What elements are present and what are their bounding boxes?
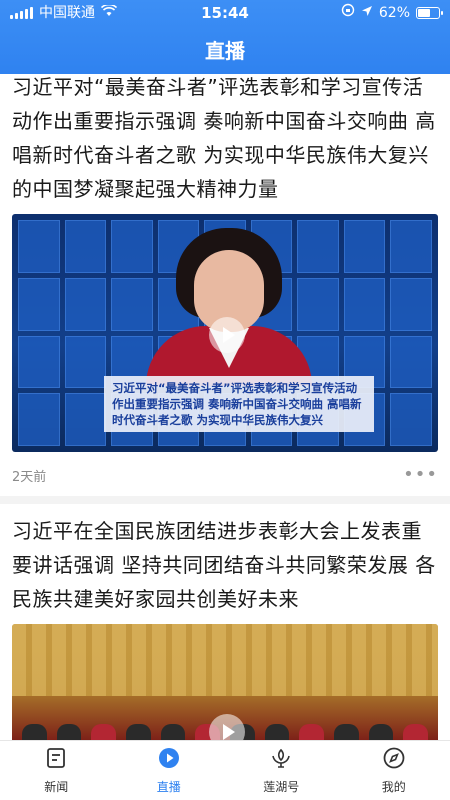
location-icon [361, 0, 373, 26]
news-feed[interactable]: 习近平对“最美奋斗者”评选表彰和学习宣传活动作出重要指示强调 奏响新中国奋斗交响… [0, 74, 450, 740]
tab-mine[interactable]: 我的 [338, 741, 450, 800]
tab-label: 新闻 [44, 780, 69, 794]
feed-card[interactable]: 习近平在全国民族团结进步表彰大会上发表重要讲话强调 坚持共同团结奋斗共同繁荣发展… [0, 514, 450, 740]
video-thumbnail[interactable] [12, 624, 438, 740]
rotation-lock-icon [341, 0, 355, 26]
tab-live[interactable]: 直播 [113, 741, 226, 800]
status-right: 62% [341, 0, 443, 26]
divider [0, 496, 450, 504]
tab-label: 我的 [381, 780, 406, 794]
more-options-icon[interactable]: ••• [403, 464, 438, 485]
battery-icon [416, 7, 443, 19]
tab-label: 直播 [156, 780, 181, 794]
status-bar: 中国联通 15:44 62% [0, 0, 450, 26]
tab-lianhu[interactable]: 莲湖号 [225, 741, 338, 800]
news-icon [44, 746, 68, 774]
battery-percent: 62% [378, 5, 410, 21]
bottom-tab-bar: 新闻 直播 莲湖号 我的 [0, 740, 450, 800]
lotus-icon [269, 746, 293, 774]
news-anchor-figure [146, 228, 312, 386]
tab-label: 莲湖号 [263, 780, 300, 794]
card-title[interactable]: 习近平对“最美奋斗者”评选表彰和学习宣传活动作出重要指示强调 奏响新中国奋斗交响… [12, 74, 438, 206]
video-caption: 习近平对“最美奋斗者”评选表彰和学习宣传活动作出重要指示强调 奏响新中国奋斗交响… [104, 376, 374, 432]
play-icon[interactable] [209, 317, 245, 353]
live-play-icon [157, 746, 181, 774]
tab-news[interactable]: 新闻 [0, 741, 113, 800]
video-thumbnail[interactable]: 习近平对“最美奋斗者”评选表彰和学习宣传活动作出重要指示强调 奏响新中国奋斗交响… [12, 214, 438, 452]
compass-icon [382, 746, 406, 774]
card-meta: 2天前 ••• [12, 452, 438, 496]
card-title[interactable]: 习近平在全国民族团结进步表彰大会上发表重要讲话强调 坚持共同团结奋斗共同繁荣发展… [12, 514, 438, 616]
publish-time: 2天前 [12, 470, 47, 485]
page-title: 直播 [205, 39, 245, 63]
app-header: 中国联通 15:44 62% 直播 [0, 0, 450, 74]
hall-background [12, 624, 438, 696]
feed-card[interactable]: 习近平对“最美奋斗者”评选表彰和学习宣传活动作出重要指示强调 奏响新中国奋斗交响… [0, 74, 450, 504]
